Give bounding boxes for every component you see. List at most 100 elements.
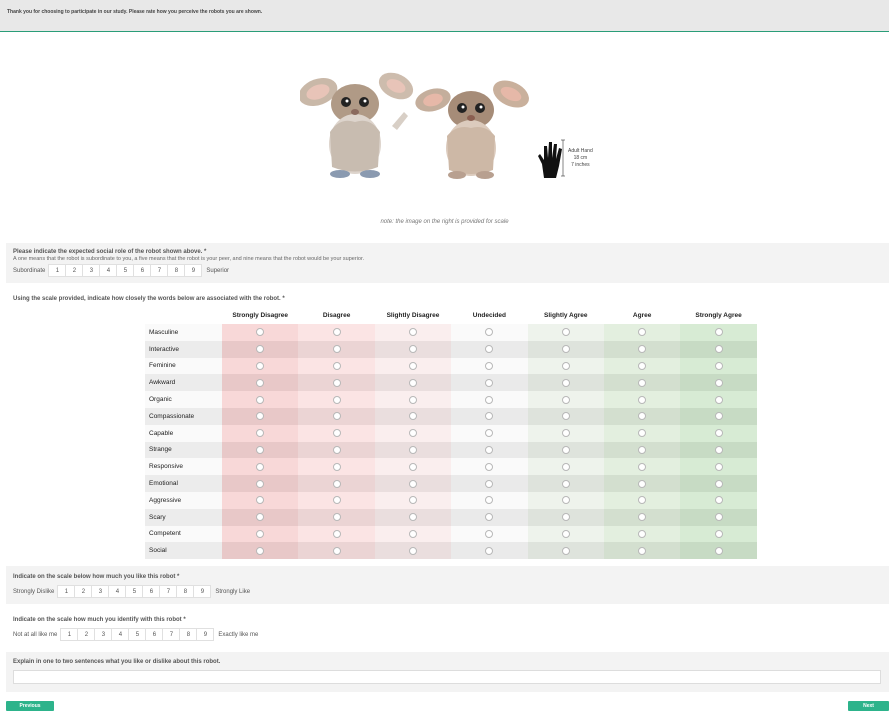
radio-button[interactable] [332, 429, 341, 438]
radio-button[interactable] [714, 361, 723, 370]
radio-button[interactable] [408, 513, 417, 522]
radio-button[interactable] [561, 529, 570, 538]
radio-button[interactable] [638, 513, 647, 522]
radio-button[interactable] [485, 361, 494, 370]
radio-button[interactable] [485, 378, 494, 387]
radio-button[interactable] [638, 378, 647, 387]
radio-button[interactable] [256, 429, 265, 438]
radio-button[interactable] [638, 429, 647, 438]
radio-button[interactable] [638, 361, 647, 370]
radio-button[interactable] [256, 479, 265, 488]
radio-button[interactable] [332, 496, 341, 505]
like-option-5[interactable]: 5 [125, 585, 144, 598]
radio-button[interactable] [638, 445, 647, 454]
radio-button[interactable] [485, 462, 494, 471]
radio-button[interactable] [332, 378, 341, 387]
radio-button[interactable] [714, 429, 723, 438]
radio-button[interactable] [256, 345, 265, 354]
radio-button[interactable] [332, 328, 341, 337]
radio-button[interactable] [408, 429, 417, 438]
like-option-1[interactable]: 1 [57, 585, 76, 598]
radio-button[interactable] [256, 496, 265, 505]
radio-button[interactable] [714, 378, 723, 387]
radio-button[interactable] [561, 546, 570, 555]
explain-text-input[interactable] [13, 670, 881, 684]
radio-button[interactable] [561, 412, 570, 421]
radio-button[interactable] [561, 429, 570, 438]
social_role-option-8[interactable]: 8 [167, 264, 186, 277]
radio-button[interactable] [408, 361, 417, 370]
previous-button[interactable]: Previous [6, 701, 54, 711]
radio-button[interactable] [485, 328, 494, 337]
like-option-8[interactable]: 8 [176, 585, 195, 598]
identify-option-6[interactable]: 6 [145, 628, 164, 641]
radio-button[interactable] [408, 345, 417, 354]
radio-button[interactable] [408, 462, 417, 471]
radio-button[interactable] [561, 361, 570, 370]
radio-button[interactable] [714, 496, 723, 505]
social_role-option-6[interactable]: 6 [133, 264, 152, 277]
radio-button[interactable] [408, 445, 417, 454]
radio-button[interactable] [638, 529, 647, 538]
radio-button[interactable] [714, 328, 723, 337]
radio-button[interactable] [561, 395, 570, 404]
social_role-option-4[interactable]: 4 [99, 264, 118, 277]
radio-button[interactable] [638, 395, 647, 404]
radio-button[interactable] [332, 345, 341, 354]
identify-option-5[interactable]: 5 [128, 628, 147, 641]
identify-option-4[interactable]: 4 [111, 628, 130, 641]
radio-button[interactable] [408, 546, 417, 555]
radio-button[interactable] [256, 513, 265, 522]
radio-button[interactable] [332, 479, 341, 488]
radio-button[interactable] [714, 345, 723, 354]
social_role-option-2[interactable]: 2 [65, 264, 84, 277]
radio-button[interactable] [408, 395, 417, 404]
radio-button[interactable] [714, 445, 723, 454]
radio-button[interactable] [638, 462, 647, 471]
radio-button[interactable] [638, 479, 647, 488]
radio-button[interactable] [638, 496, 647, 505]
radio-button[interactable] [332, 445, 341, 454]
radio-button[interactable] [332, 529, 341, 538]
radio-button[interactable] [561, 496, 570, 505]
radio-button[interactable] [485, 546, 494, 555]
radio-button[interactable] [714, 546, 723, 555]
identify-option-7[interactable]: 7 [162, 628, 181, 641]
radio-button[interactable] [256, 378, 265, 387]
radio-button[interactable] [332, 513, 341, 522]
social_role-option-7[interactable]: 7 [150, 264, 169, 277]
radio-button[interactable] [485, 345, 494, 354]
radio-button[interactable] [638, 546, 647, 555]
radio-button[interactable] [485, 496, 494, 505]
radio-button[interactable] [714, 412, 723, 421]
social_role-option-1[interactable]: 1 [48, 264, 67, 277]
radio-button[interactable] [256, 445, 265, 454]
radio-button[interactable] [638, 328, 647, 337]
radio-button[interactable] [256, 328, 265, 337]
identify-option-3[interactable]: 3 [94, 628, 113, 641]
like-option-3[interactable]: 3 [91, 585, 110, 598]
radio-button[interactable] [256, 361, 265, 370]
radio-button[interactable] [485, 529, 494, 538]
radio-button[interactable] [561, 445, 570, 454]
identify-option-8[interactable]: 8 [179, 628, 198, 641]
radio-button[interactable] [408, 412, 417, 421]
radio-button[interactable] [714, 529, 723, 538]
radio-button[interactable] [332, 412, 341, 421]
radio-button[interactable] [332, 462, 341, 471]
radio-button[interactable] [485, 513, 494, 522]
radio-button[interactable] [408, 479, 417, 488]
radio-button[interactable] [408, 496, 417, 505]
radio-button[interactable] [485, 479, 494, 488]
radio-button[interactable] [561, 328, 570, 337]
radio-button[interactable] [408, 529, 417, 538]
radio-button[interactable] [332, 395, 341, 404]
identify-option-1[interactable]: 1 [60, 628, 79, 641]
radio-button[interactable] [561, 513, 570, 522]
radio-button[interactable] [561, 479, 570, 488]
radio-button[interactable] [638, 345, 647, 354]
social_role-option-9[interactable]: 9 [184, 264, 203, 277]
radio-button[interactable] [714, 395, 723, 404]
radio-button[interactable] [485, 395, 494, 404]
like-option-2[interactable]: 2 [74, 585, 93, 598]
